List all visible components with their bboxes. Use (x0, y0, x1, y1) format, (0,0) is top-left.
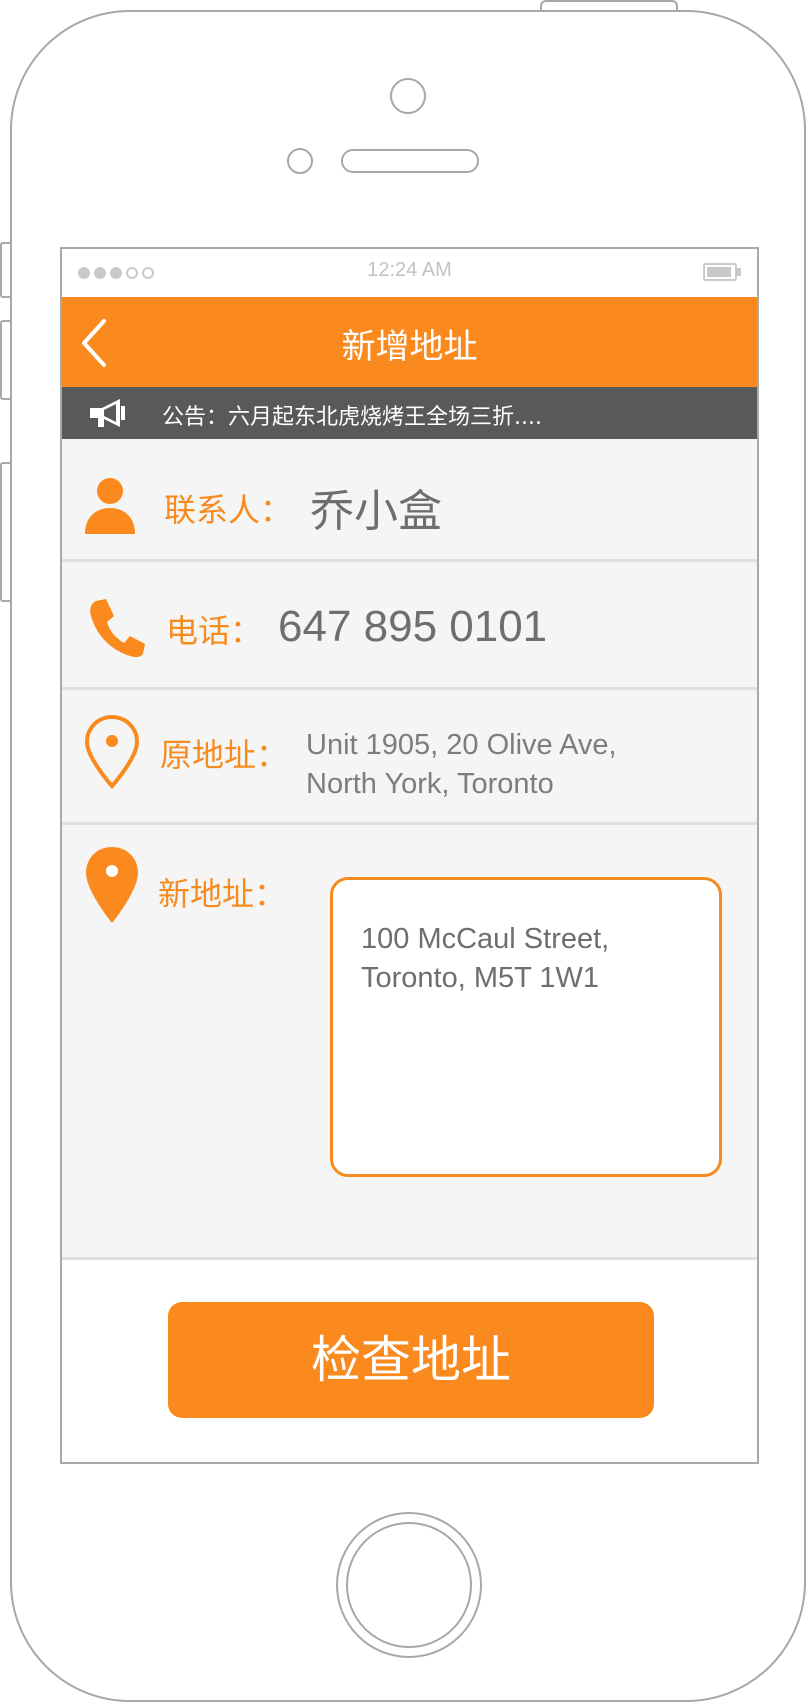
earpiece-speaker (341, 149, 479, 173)
check-address-button[interactable]: 检查地址 (168, 1302, 654, 1418)
contact-label: 联系人： (164, 491, 293, 529)
original-address-row: 原地址： Unit 1905, 20 Olive Ave, North York… (62, 690, 757, 825)
phone-value: 647 895 0101 (278, 602, 548, 651)
original-address-line2: North York, Toronto (306, 768, 554, 800)
contact-row: 联系人： 乔小盒 (62, 439, 757, 562)
home-button-inner (346, 1522, 472, 1648)
battery-icon (703, 263, 743, 283)
new-address-row: 新地址： 100 McCaul Street, Toronto, M5T 1W1 (62, 825, 757, 1260)
location-pin-filled-icon (86, 847, 138, 923)
phone-label: 电话： (166, 612, 263, 650)
nav-bar: 新增地址 (62, 297, 757, 387)
address-form: 联系人： 乔小盒 电话： 647 895 0101 原地址： Unit 1905… (62, 439, 757, 1260)
mute-switch (0, 242, 10, 298)
page-title: 新增地址 (341, 327, 478, 367)
notice-text: 公告：六月起东北虎烧烤王全场三折.... (162, 405, 542, 430)
status-time: 12:24 AM (367, 259, 452, 281)
bottom-actions: 检查地址 (62, 1260, 757, 1462)
front-camera (390, 78, 426, 114)
notice-bar[interactable]: 公告：六月起东北虎烧烤王全场三折.... (62, 387, 757, 439)
volume-up-button (0, 320, 10, 400)
original-address-line1: Unit 1905, 20 Olive Ave, (306, 729, 617, 761)
proximity-sensor (287, 148, 313, 174)
new-address-input[interactable]: 100 McCaul Street, Toronto, M5T 1W1 (330, 877, 722, 1177)
device-mockup: 12:24 AM 新增地址 公告：六月起东北虎烧烤王全场三折.... 联系人： … (0, 0, 810, 1708)
original-address-value: Unit 1905, 20 Olive Ave, North York, Tor… (306, 726, 617, 804)
status-bar: 12:24 AM (62, 249, 757, 297)
original-address-label: 原地址： (160, 736, 289, 774)
location-pin-outline-icon (84, 714, 140, 790)
volume-down-button (0, 462, 10, 602)
phone-row: 电话： 647 895 0101 (62, 562, 757, 690)
app-screen: 12:24 AM 新增地址 公告：六月起东北虎烧烤王全场三折.... 联系人： … (60, 247, 759, 1464)
phone-icon (90, 599, 145, 658)
contact-value: 乔小盒 (310, 486, 442, 537)
megaphone-icon (90, 399, 125, 427)
new-address-label: 新地址： (158, 875, 287, 913)
person-icon (85, 478, 135, 534)
